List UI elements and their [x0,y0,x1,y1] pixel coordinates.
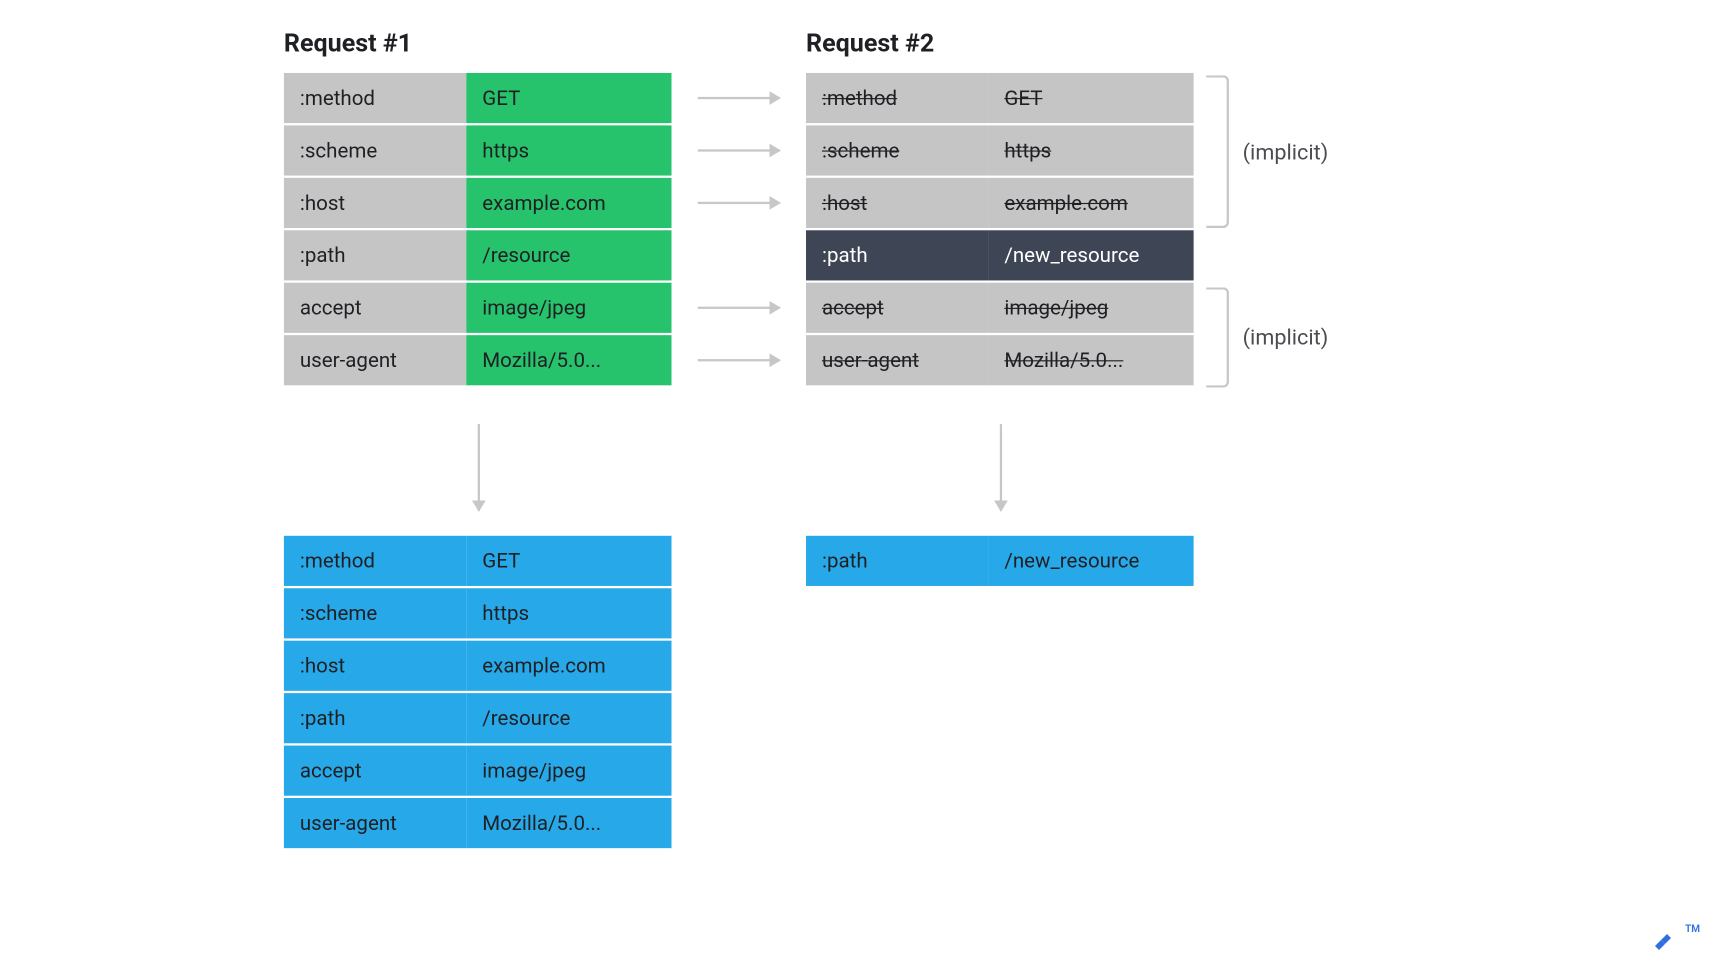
table-row: user-agent Mozilla/5.0... [806,335,1194,385]
header-value: GET [466,536,671,586]
header-value: https [466,125,671,175]
table-row: :scheme https [806,125,1194,175]
header-value: GET [466,73,671,123]
request-2-title: Request #2 [806,30,934,59]
table-row: :scheme https [284,125,672,175]
header-value: GET [988,73,1193,123]
table-row: :path /new_resource [806,536,1196,586]
header-key: :method [284,536,466,586]
header-key: :host [806,178,988,228]
arrow-down-icon [478,424,480,511]
table-row: accept image/jpeg [284,283,672,333]
header-value: Mozilla/5.0... [466,335,671,385]
header-key: accept [284,746,466,796]
header-value: /resource [466,693,671,743]
header-value: example.com [466,641,671,691]
header-key: :path [806,536,988,586]
header-value: Mozilla/5.0... [466,798,671,848]
header-value: Mozilla/5.0... [988,335,1193,385]
table-row: :host example.com [806,178,1194,228]
header-key: user-agent [284,335,466,385]
table-row: :host example.com [284,641,672,691]
header-value: image/jpeg [466,746,671,796]
header-key: :method [806,73,988,123]
table-row: user-agent Mozilla/5.0... [284,798,672,848]
header-value: example.com [466,178,671,228]
output-2-table: :path /new_resource [806,536,1196,588]
brace-icon [1206,287,1229,387]
table-row: :scheme https [284,588,672,638]
header-value: https [466,588,671,638]
table-row: :method GET [284,536,672,586]
request-1-table: :method GET :scheme https :host example.… [284,73,672,388]
header-key: user-agent [806,335,988,385]
implicit-label: (implicit) [1243,139,1329,165]
table-row: :method GET [284,73,672,123]
header-key: :path [806,230,988,280]
trademark-label: TM [1685,924,1700,935]
header-key: user-agent [284,798,466,848]
header-key: :host [284,641,466,691]
toptal-logo-icon: TM [1643,922,1700,962]
header-value: /new_resource [988,536,1193,586]
arrow-right-icon [698,307,780,309]
header-value: image/jpeg [466,283,671,333]
request-2-table: :method GET :scheme https :host example.… [806,73,1194,388]
header-value: /resource [466,230,671,280]
arrow-right-icon [698,202,780,204]
header-value: https [988,125,1193,175]
header-key: accept [806,283,988,333]
request-1-title: Request #1 [284,30,412,59]
arrow-right-icon [698,149,780,151]
table-row-new: :path /new_resource [806,230,1194,280]
brace-icon [1206,75,1229,228]
table-row: :method GET [806,73,1194,123]
table-row: user-agent Mozilla/5.0... [284,335,672,385]
header-key: :host [284,178,466,228]
table-row: accept image/jpeg [806,283,1194,333]
header-key: :path [284,693,466,743]
arrow-down-icon [1000,424,1002,511]
header-key: :scheme [284,588,466,638]
header-value: image/jpeg [988,283,1193,333]
table-row: :path /resource [284,230,672,280]
header-value: /new_resource [988,230,1193,280]
arrow-right-icon [698,97,780,99]
header-key: :scheme [806,125,988,175]
table-row: :host example.com [284,178,672,228]
header-key: :method [284,73,466,123]
header-key: :scheme [284,125,466,175]
header-key: :path [284,230,466,280]
table-row: accept image/jpeg [284,746,672,796]
output-1-table: :method GET :scheme https :host example.… [284,536,672,851]
table-row: :path /resource [284,693,672,743]
arrow-right-icon [698,359,780,361]
header-key: accept [284,283,466,333]
header-value: example.com [988,178,1193,228]
implicit-label: (implicit) [1243,324,1329,350]
